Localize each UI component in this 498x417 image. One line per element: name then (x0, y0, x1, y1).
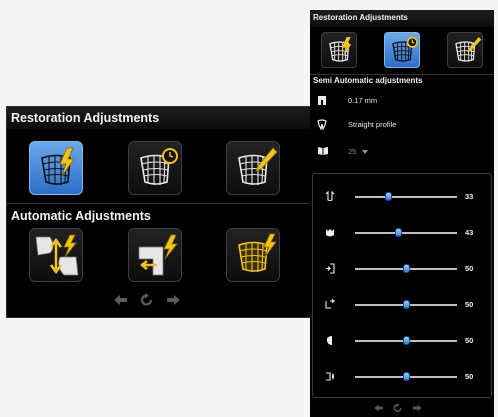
occlusal-icon (325, 191, 335, 202)
mesial-slider-row: 50 (313, 259, 491, 279)
panel-header: Restoration Adjustments (7, 107, 310, 129)
restoration-adjustments-side-panel: Restoration Adjustments Semi Automatic a… (310, 10, 494, 417)
reset-icon[interactable] (393, 403, 403, 413)
mesial-slider-knob[interactable] (402, 264, 410, 273)
undo-arrow-icon[interactable] (112, 294, 128, 306)
thickness-value[interactable]: 0.17 mm (348, 96, 377, 105)
occlusal-slider-row: 33 (313, 187, 491, 207)
thickness-icon (317, 95, 327, 106)
mesial-slider-value: 50 (465, 264, 474, 273)
automatic-adjustments-heading: Automatic Adjustments (11, 209, 151, 223)
buccal-slider-value: 50 (465, 336, 474, 345)
lingual-icon (325, 371, 335, 382)
thickness-row: 0.17 mm (310, 94, 494, 108)
redo-arrow-icon[interactable] (412, 404, 423, 412)
tooth-slider-value: 43 (465, 228, 474, 237)
contact-adjust-button[interactable] (29, 228, 83, 282)
mesh-lightning-button[interactable] (29, 141, 83, 195)
mesh-lightning-button[interactable] (321, 32, 357, 68)
slider-group: 33 43 50 50 50 50 (312, 173, 492, 398)
profile-value[interactable]: Straight profile (348, 120, 396, 129)
restoration-adjustments-panel: Restoration Adjustments Automatic Adjust… (6, 106, 311, 318)
distal-slider-value: 50 (465, 300, 474, 309)
library-select[interactable]: 25 (348, 147, 369, 156)
occlusal-slider-knob[interactable] (385, 192, 393, 201)
mesial-icon (325, 263, 335, 274)
panel-title: Restoration Adjustments (313, 13, 408, 22)
margin-adjust-icon (138, 234, 178, 276)
mesh-pencil-icon (455, 37, 482, 62)
occlusal-slider-value: 33 (465, 192, 474, 201)
tooth-slider-knob[interactable] (395, 228, 403, 237)
reset-icon[interactable] (140, 293, 154, 307)
buccal-icon (325, 335, 335, 346)
library-row: 25 (310, 145, 494, 159)
mesh-lightning-icon (41, 147, 75, 185)
occlusal-slider-track[interactable] (355, 196, 457, 198)
buccal-slider-knob[interactable] (402, 336, 410, 345)
profile-icon (317, 119, 327, 130)
margin-adjust-button[interactable] (128, 228, 182, 282)
redo-arrow-icon[interactable] (166, 294, 182, 306)
lingual-slider-value: 50 (465, 372, 474, 381)
mesh-clock-icon (392, 36, 418, 62)
lingual-slider-knob[interactable] (402, 372, 410, 381)
distal-slider-row: 50 (313, 295, 491, 315)
panel-title: Restoration Adjustments (11, 111, 160, 125)
distal-slider-knob[interactable] (402, 300, 410, 309)
mesh-lightning-icon (329, 37, 352, 62)
mesh-clock-button[interactable] (384, 32, 420, 68)
semi-automatic-heading: Semi Automatic adjustments (313, 76, 423, 85)
mesh-clock-icon (140, 148, 178, 185)
distal-icon (325, 299, 335, 310)
tooth-slider-row: 43 (313, 223, 491, 243)
lingual-slider-row: 50 (313, 367, 491, 387)
contact-adjust-icon (35, 234, 79, 276)
profile-row: Straight profile (310, 118, 494, 132)
history-controls (373, 403, 423, 413)
mesh-clock-button[interactable] (128, 141, 182, 195)
mesh-grid-gold-icon (238, 233, 277, 272)
panel-header: Restoration Adjustments (310, 10, 494, 27)
mesh-pencil-button[interactable] (447, 32, 483, 68)
buccal-slider-row: 50 (313, 331, 491, 351)
tooth-icon (325, 227, 335, 238)
library-select-value: 25 (348, 147, 357, 156)
section-divider (310, 74, 494, 75)
section-divider (7, 203, 310, 204)
history-controls (112, 293, 182, 307)
tooth-slider-track[interactable] (355, 232, 457, 234)
mesh-pencil-icon (238, 147, 278, 185)
mesh-grid-gold-button[interactable] (226, 228, 280, 282)
mesh-pencil-button[interactable] (226, 141, 280, 195)
book-icon (317, 146, 329, 156)
chevron-down-icon (362, 150, 369, 155)
undo-arrow-icon[interactable] (373, 404, 384, 412)
